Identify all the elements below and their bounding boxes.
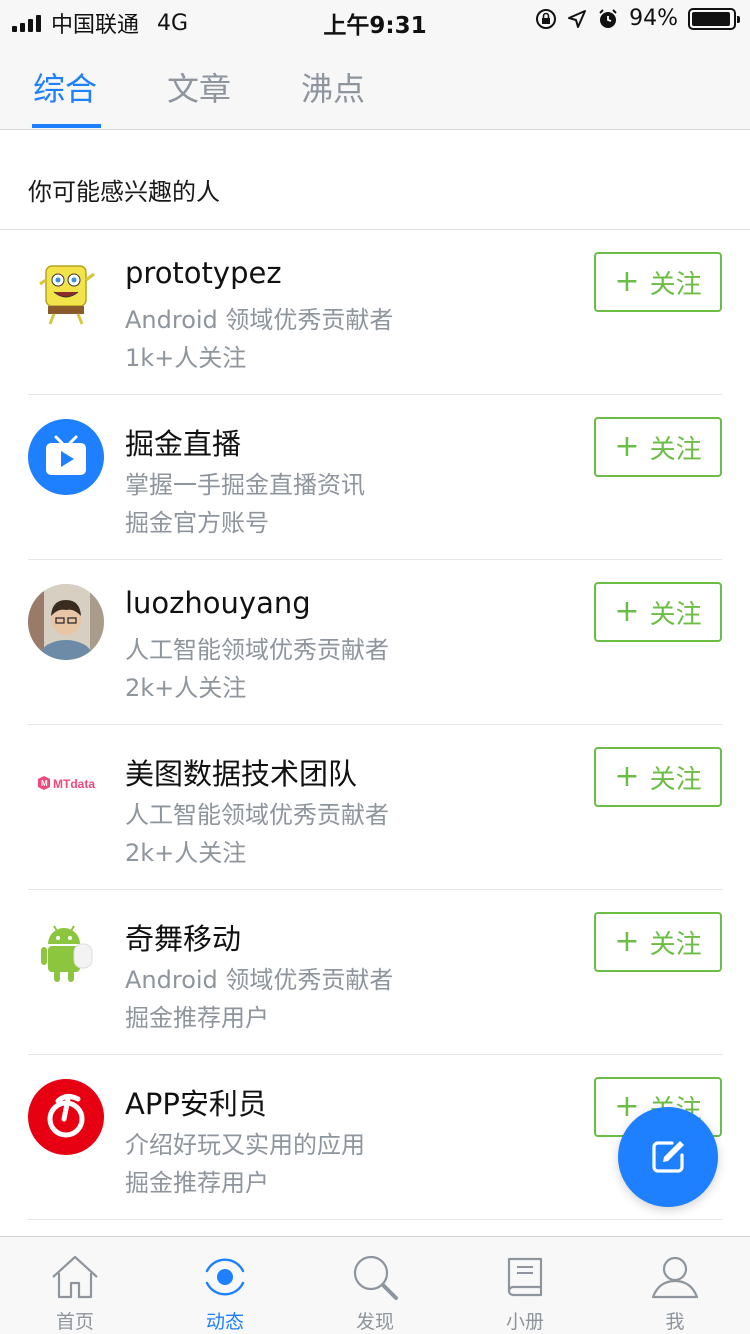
follow-button[interactable]: +关注 bbox=[594, 912, 722, 972]
list-item[interactable]: prototypez Android 领域优秀贡献者 1k+人关注 + 关注 bbox=[0, 230, 750, 395]
plus-icon: + bbox=[614, 924, 640, 959]
tab-comprehensive[interactable]: 综合 bbox=[33, 64, 97, 110]
nav-home[interactable]: 首页 bbox=[0, 1237, 150, 1334]
status-bar: 中国联通 4G 上午9:31 94% bbox=[0, 0, 750, 40]
user-description: Android 领域优秀贡献者 bbox=[125, 306, 394, 334]
netease-music-avatar[interactable] bbox=[28, 1079, 104, 1155]
active-tab-indicator bbox=[32, 124, 101, 128]
tv-play-avatar[interactable] bbox=[28, 419, 104, 495]
home-icon bbox=[52, 1255, 98, 1299]
nav-label: 小册 bbox=[505, 1311, 544, 1333]
search-icon bbox=[353, 1255, 398, 1300]
follow-button[interactable]: +关注 bbox=[594, 252, 722, 312]
edit-icon bbox=[652, 1141, 684, 1173]
user-icon bbox=[651, 1256, 699, 1299]
plus-icon: + bbox=[614, 594, 640, 629]
battery-percent: 94% bbox=[629, 6, 678, 31]
user-name[interactable]: 掘金直播 bbox=[125, 421, 241, 463]
nav-label: 首页 bbox=[55, 1311, 94, 1333]
user-meta: 1k+人关注 bbox=[125, 344, 247, 372]
user-description: Android 领域优秀贡献者 bbox=[125, 966, 394, 994]
person-photo-avatar[interactable] bbox=[28, 584, 104, 660]
nav-label: 我 bbox=[665, 1311, 685, 1333]
svg-text:M: M bbox=[41, 779, 48, 788]
battery-icon bbox=[688, 7, 740, 30]
nav-activity[interactable]: 动态 bbox=[150, 1237, 300, 1334]
spongebob-avatar[interactable] bbox=[28, 254, 104, 330]
user-meta: 2k+人关注 bbox=[125, 674, 247, 702]
svg-text:MTdata: MTdata bbox=[53, 777, 95, 791]
mtdata-logo-avatar[interactable]: M MTdata bbox=[28, 749, 104, 825]
follow-button[interactable]: +关注 bbox=[594, 582, 722, 642]
list-item[interactable]: 奇舞移动 Android 领域优秀贡献者 掘金推荐用户 + 关注 bbox=[0, 890, 750, 1055]
user-name[interactable]: 美图数据技术团队 bbox=[125, 751, 357, 793]
user-description: 人工智能领域优秀贡献者 bbox=[125, 636, 389, 664]
bottom-tab-bar: 首页 动态 发现 小册 我 bbox=[0, 1236, 750, 1334]
nav-booklets[interactable]: 小册 bbox=[450, 1237, 600, 1334]
user-description: 人工智能领域优秀贡献者 bbox=[125, 801, 389, 829]
user-name[interactable]: prototypez bbox=[125, 256, 282, 290]
user-meta: 掘金推荐用户 bbox=[125, 1169, 269, 1197]
list-item[interactable]: M MTdata 美图数据技术团队 人工智能领域优秀贡献者 2k+人关注 + 关注 bbox=[0, 725, 750, 890]
location-arrow-icon bbox=[568, 9, 587, 28]
user-name[interactable]: 奇舞移动 bbox=[125, 916, 241, 958]
user-meta: 2k+人关注 bbox=[125, 839, 247, 867]
nav-me[interactable]: 我 bbox=[600, 1237, 750, 1334]
top-tab-bar: 综合 文章 沸点 bbox=[0, 40, 750, 130]
user-name[interactable]: luozhouyang bbox=[125, 586, 311, 620]
nav-label: 发现 bbox=[355, 1311, 394, 1333]
tab-pins[interactable]: 沸点 bbox=[301, 64, 365, 110]
plus-icon: + bbox=[614, 759, 640, 794]
section-title: 你可能感兴趣的人 bbox=[28, 178, 220, 206]
recommended-user-list: prototypez Android 领域优秀贡献者 1k+人关注 + 关注 掘金… bbox=[0, 230, 750, 1220]
tab-articles[interactable]: 文章 bbox=[167, 64, 231, 110]
user-description: 掌握一手掘金直播资讯 bbox=[125, 471, 365, 499]
user-name[interactable]: APP安利员 bbox=[125, 1081, 267, 1123]
alarm-clock-icon bbox=[599, 8, 617, 28]
nav-label: 动态 bbox=[205, 1311, 244, 1333]
rotation-lock-icon bbox=[536, 8, 557, 29]
plus-icon: + bbox=[614, 429, 640, 464]
user-meta: 掘金官方账号 bbox=[125, 509, 269, 537]
follow-button[interactable]: +关注 bbox=[594, 747, 722, 807]
android-robot-avatar[interactable] bbox=[28, 914, 104, 990]
compose-button[interactable] bbox=[618, 1107, 718, 1207]
activity-icon bbox=[205, 1258, 245, 1296]
user-meta: 掘金推荐用户 bbox=[125, 1004, 269, 1032]
user-description: 介绍好玩又实用的应用 bbox=[125, 1131, 365, 1159]
nav-discover[interactable]: 发现 bbox=[300, 1237, 450, 1334]
list-item[interactable]: luozhouyang 人工智能领域优秀贡献者 2k+人关注 + 关注 bbox=[0, 560, 750, 725]
follow-button[interactable]: +关注 bbox=[594, 417, 722, 477]
book-icon bbox=[507, 1257, 543, 1297]
list-item[interactable]: 掘金直播 掌握一手掘金直播资讯 掘金官方账号 + 关注 bbox=[0, 395, 750, 560]
plus-icon: + bbox=[614, 264, 640, 299]
